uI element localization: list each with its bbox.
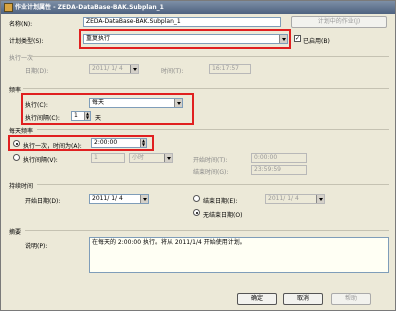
highlight-schedule-type — [79, 29, 291, 49]
chevron-down-icon — [316, 195, 324, 203]
occurs-label: 执行(C): — [25, 102, 48, 109]
occurs-value: 每天 — [92, 99, 105, 106]
one-time-divider — [31, 56, 389, 57]
name-label: 名称(N): — [9, 21, 33, 28]
start-time-value: 0:00:00 — [254, 154, 278, 161]
chevron-down-icon — [140, 195, 148, 203]
start-date-field[interactable]: 2011/ 1/ 4 — [89, 194, 149, 204]
recurs-stepper[interactable]: 1 ▲ ▼ — [71, 111, 91, 121]
chevron-down-icon — [174, 99, 182, 107]
chevron-down-icon — [164, 154, 172, 162]
dialog-window: 作业计划属性 - ZEDA-DataBase-BAK.Subplan_1 名称(… — [0, 0, 396, 311]
start-date-label: 开始日期(D): — [25, 198, 61, 205]
occurs-select[interactable]: 每天 — [89, 98, 183, 108]
daily-frequency-divider — [37, 129, 389, 130]
description-textarea[interactable]: 在每天的 2:00:00 执行。将从 2011/1/4 开始使用计划。 — [89, 237, 389, 273]
description-label: 说明(P): — [25, 243, 48, 250]
no-end-date-label: 无结束日期(O) — [203, 212, 243, 219]
end-date-radio[interactable] — [193, 195, 200, 202]
occurs-every-label: 执行间隔(V): — [23, 157, 58, 164]
start-time-field[interactable]: 0:00:00 — [251, 153, 307, 163]
daily-frequency-header: 每天频率 — [9, 128, 34, 135]
occurs-every-unit-select[interactable]: 小时 — [129, 153, 173, 163]
help-button[interactable]: 帮助 — [331, 293, 371, 305]
end-time-field[interactable]: 23:59:59 — [251, 165, 307, 175]
end-date-value: 2011/ 1/ 4 — [268, 195, 299, 202]
start-time-label: 开始时间(T): — [193, 157, 228, 164]
window-title: 作业计划属性 - ZEDA-DataBase-BAK.Subplan_1 — [15, 4, 164, 11]
name-input[interactable]: ZEDA-DataBase-BAK.Subplan_1 — [83, 17, 281, 27]
spinner-icon: ▲ ▼ — [84, 111, 90, 120]
summary-header: 摘要 — [9, 229, 22, 236]
jobs-in-schedule-button[interactable]: 计划中的作业(J) — [291, 16, 387, 28]
recurs-label: 执行间隔(C): — [25, 115, 60, 122]
occurs-once-label: 执行一次，时间为(A): — [23, 143, 82, 150]
spinner-icon: ▲ ▼ — [140, 138, 146, 147]
one-time-time-value: 16:17:57 — [212, 65, 239, 72]
occurs-every-value: 1 — [94, 154, 98, 161]
end-date-label: 结束日期(E): — [203, 198, 238, 205]
title-bar: 作业计划属性 - ZEDA-DataBase-BAK.Subplan_1 — [1, 1, 395, 14]
occurs-every-radio[interactable] — [13, 154, 20, 161]
ok-button[interactable]: 确定 — [237, 293, 277, 305]
app-icon — [4, 3, 13, 12]
recurs-value: 1 — [74, 112, 78, 119]
one-time-time-label: 时间(T): — [161, 68, 184, 75]
duration-divider — [37, 184, 389, 185]
recurs-unit: 天 — [95, 115, 102, 122]
enabled-label: 已启用(B) — [303, 38, 330, 45]
end-date-field[interactable]: 2011/ 1/ 4 — [265, 194, 325, 204]
one-time-time-field[interactable]: 16:17:57 — [209, 64, 251, 74]
end-time-label: 结束时间(G): — [193, 169, 229, 176]
chevron-down-icon — [130, 65, 138, 73]
occurs-every-number[interactable]: 1 — [91, 153, 125, 163]
occurs-once-value: 2:00:00 — [94, 139, 118, 146]
cancel-button[interactable]: 取消 — [283, 293, 323, 305]
end-time-value: 23:59:59 — [254, 166, 281, 173]
one-time-date-label: 日期(D): — [25, 68, 49, 75]
schedule-type-label: 计划类型(S): — [9, 38, 44, 45]
frequency-header: 频率 — [9, 87, 22, 94]
occurs-once-radio[interactable] — [13, 140, 20, 147]
duration-header: 持续时间 — [9, 183, 34, 190]
occurs-every-unit: 小时 — [132, 154, 145, 161]
one-time-date-field[interactable]: 2011/ 1/ 4 — [89, 64, 139, 74]
enabled-checkbox[interactable]: ✓ — [294, 35, 301, 42]
one-time-header: 执行一次 — [9, 55, 34, 62]
occurs-once-time[interactable]: 2:00:00 ▲ ▼ — [91, 138, 147, 148]
start-date-value: 2011/ 1/ 4 — [92, 195, 123, 202]
frequency-divider — [23, 88, 389, 89]
no-end-date-radio[interactable] — [193, 209, 200, 216]
summary-divider — [25, 230, 389, 231]
one-time-date-value: 2011/ 1/ 4 — [92, 65, 123, 72]
